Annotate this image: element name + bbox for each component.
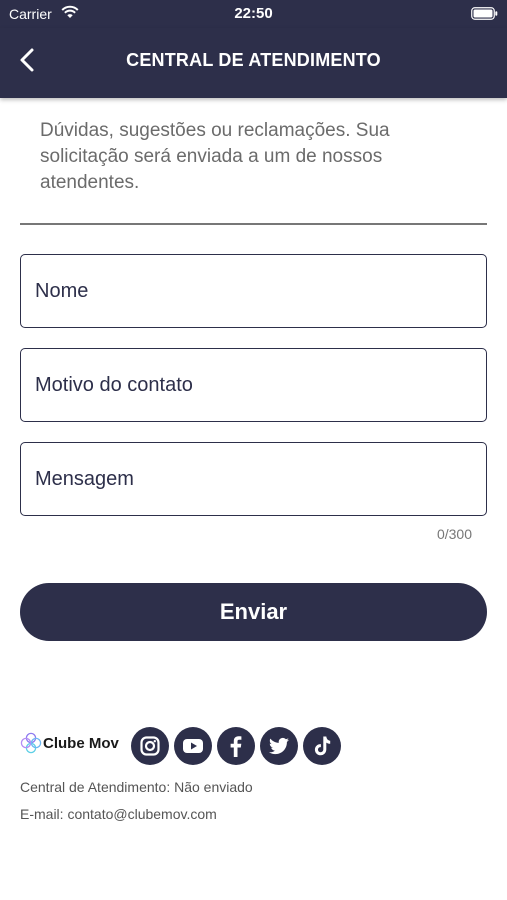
support-status-text: Central de Atendimento: Não enviado (20, 779, 253, 795)
instagram-button[interactable] (131, 727, 169, 765)
tiktok-icon (314, 736, 331, 756)
char-counter: 0/300 (436, 526, 472, 542)
divider (20, 223, 487, 225)
contact-email-text: E-mail: contato@clubemov.com (20, 806, 217, 822)
facebook-button[interactable] (217, 727, 255, 765)
facebook-icon (230, 736, 242, 757)
clube-mov-logo-icon (20, 732, 42, 754)
youtube-icon (183, 739, 203, 753)
submit-button[interactable]: Enviar (20, 583, 487, 641)
brand-name: Clube Mov (43, 735, 119, 752)
name-input[interactable] (21, 255, 486, 327)
name-field (20, 254, 487, 328)
instagram-icon (140, 736, 160, 756)
message-input[interactable] (21, 443, 486, 515)
message-field (20, 442, 487, 516)
reason-field (20, 348, 487, 422)
reason-input[interactable] (21, 349, 486, 421)
youtube-button[interactable] (174, 727, 212, 765)
status-time: 22:50 (234, 5, 273, 22)
status-bar: Carrier 22:50 (0, 0, 507, 28)
page-title: CENTRAL DE ATENDIMENTO (126, 50, 381, 70)
twitter-button[interactable] (260, 727, 298, 765)
intro-text: Dúvidas, sugestões ou reclamações. Sua s… (40, 120, 390, 193)
tiktok-button[interactable] (303, 727, 341, 765)
header-bar: CENTRAL DE ATENDIMENTO (0, 28, 507, 98)
battery-icon (471, 7, 498, 20)
twitter-icon (269, 737, 289, 755)
